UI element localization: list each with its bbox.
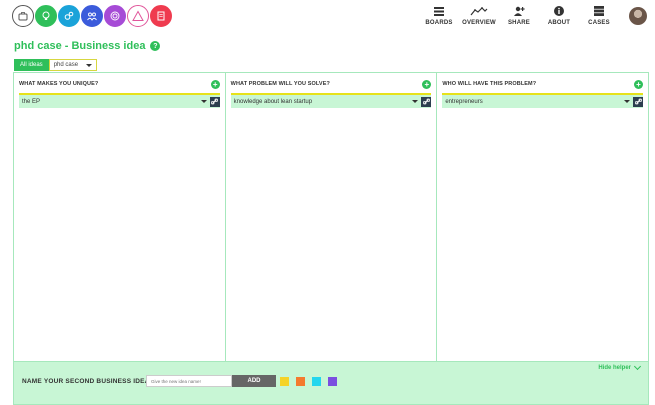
helper-prompt: NAME YOUR SECOND BUSINESS IDEA! (22, 378, 152, 385)
link-icon[interactable] (209, 96, 220, 107)
column-header: WHO WILL HAVE THIS PROBLEM? + (442, 77, 644, 91)
info-icon (554, 4, 564, 18)
list-item[interactable]: entrepreneurs (442, 95, 644, 108)
helper-panel: Hide helper NAME YOUR SECOND BUSINESS ID… (13, 362, 649, 405)
nav-boards-label: BOARDS (425, 20, 453, 26)
chevron-down-icon[interactable] (200, 100, 207, 103)
app-root: BOARDS OVERVIEW SHARE ABOUT CASES phd ca… (0, 0, 655, 405)
chevron-down-icon (633, 362, 642, 371)
color-swatch-orange[interactable] (296, 377, 305, 386)
briefcase-icon[interactable] (12, 5, 34, 27)
lightbulb-icon[interactable] (35, 5, 57, 27)
hide-helper-button[interactable]: Hide helper (598, 362, 642, 371)
column-title: WHO WILL HAVE THIS PROBLEM? (442, 81, 537, 87)
add-item-button[interactable]: + (210, 79, 220, 89)
tool-logos (12, 5, 173, 27)
add-item-button[interactable]: + (634, 79, 644, 89)
item-text: entrepreneurs (445, 98, 483, 105)
document-icon[interactable] (150, 5, 172, 27)
hide-helper-label: Hide helper (598, 365, 631, 371)
boards-icon (434, 4, 444, 18)
nav-overview[interactable]: OVERVIEW (459, 4, 499, 26)
page-title: phd case - Business idea ? (14, 40, 161, 52)
nav-cases[interactable]: CASES (579, 4, 619, 26)
cases-icon (594, 4, 604, 18)
case-select[interactable]: phd case (48, 59, 97, 71)
target-icon[interactable] (104, 5, 126, 27)
chevron-down-icon[interactable] (624, 100, 631, 103)
chevron-down-icon (85, 63, 92, 67)
people-icon[interactable] (81, 5, 103, 27)
board: WHAT MAKES YOU UNIQUE? + the EP WHAT PRO… (13, 72, 649, 362)
column-header: WHAT MAKES YOU UNIQUE? + (19, 77, 220, 91)
top-nav: BOARDS OVERVIEW SHARE ABOUT CASES (419, 4, 647, 26)
add-item-button[interactable]: + (422, 79, 432, 89)
share-icon (513, 4, 525, 18)
nav-overview-label: OVERVIEW (462, 20, 496, 26)
list-item[interactable]: knowledge about lean startup (230, 95, 432, 108)
column-unique: WHAT MAKES YOU UNIQUE? + the EP (14, 73, 226, 361)
page-title-text: phd case - Business idea (14, 40, 146, 52)
idea-filters: All ideas phd case (14, 59, 97, 71)
color-swatch-yellow[interactable] (280, 377, 289, 386)
triangle-warning-icon[interactable] (127, 5, 149, 27)
color-swatch-purple[interactable] (328, 377, 337, 386)
overview-icon (470, 4, 488, 18)
color-swatch-cyan[interactable] (312, 377, 321, 386)
gears-icon[interactable] (58, 5, 80, 27)
nav-share[interactable]: SHARE (499, 4, 539, 26)
nav-about[interactable]: ABOUT (539, 4, 579, 26)
item-text: the EP (22, 98, 41, 105)
list-item[interactable]: the EP (19, 95, 220, 108)
column-problem: WHAT PROBLEM WILL YOU SOLVE? + knowledge… (226, 73, 438, 361)
case-select-value: phd case (53, 62, 79, 68)
nav-about-label: ABOUT (547, 20, 571, 26)
help-icon[interactable]: ? (150, 41, 161, 51)
nav-boards[interactable]: BOARDS (419, 4, 459, 26)
link-icon[interactable] (633, 96, 644, 107)
column-title: WHAT MAKES YOU UNIQUE? (19, 81, 99, 87)
nav-share-label: SHARE (507, 20, 530, 26)
column-header: WHAT PROBLEM WILL YOU SOLVE? + (231, 77, 432, 91)
column-title: WHAT PROBLEM WILL YOU SOLVE? (230, 81, 330, 87)
idea-name-input[interactable] (146, 375, 232, 387)
all-ideas-button[interactable]: All ideas (14, 59, 49, 71)
item-text: knowledge about lean startup (233, 98, 313, 105)
avatar[interactable] (629, 7, 647, 25)
chevron-down-icon[interactable] (412, 100, 419, 103)
nav-cases-label: CASES (588, 20, 610, 26)
link-icon[interactable] (421, 96, 432, 107)
add-idea-button[interactable]: ADD (232, 375, 276, 387)
column-who: WHO WILL HAVE THIS PROBLEM? + entreprene… (437, 73, 648, 361)
